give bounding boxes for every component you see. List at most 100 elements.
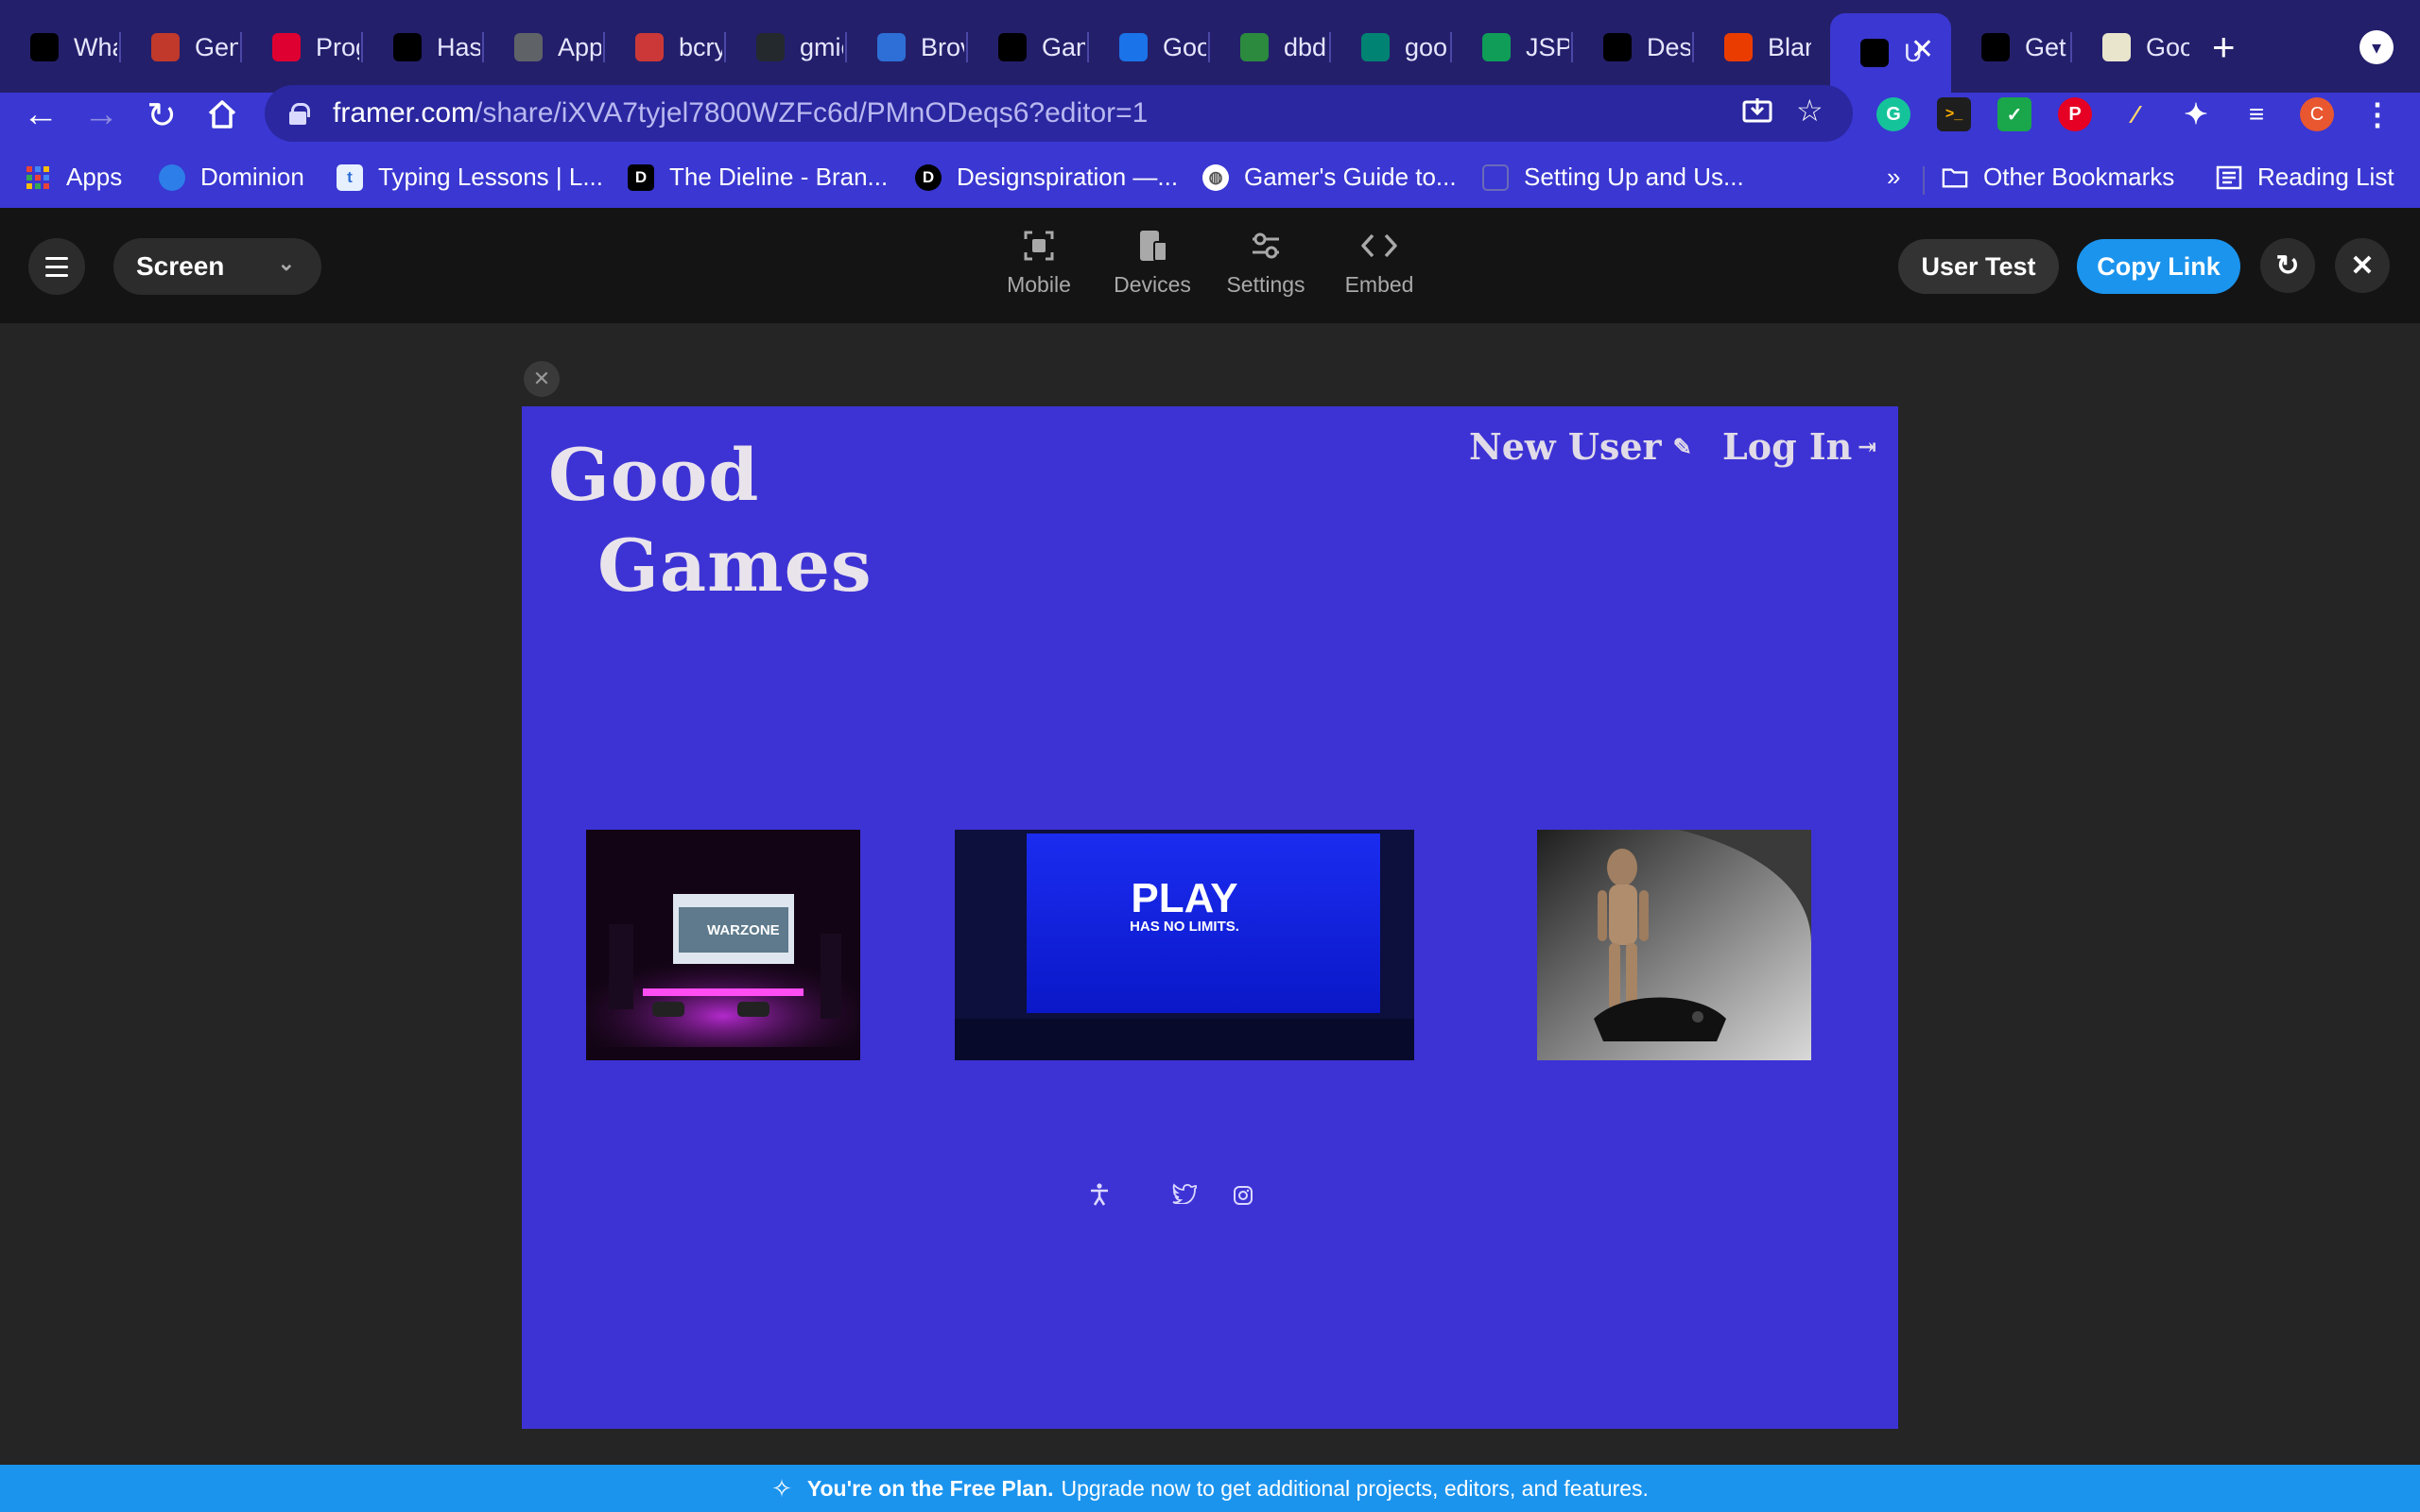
eyedropper-icon[interactable]: ⁄ [2118,97,2152,131]
grammarly-icon[interactable]: G [1876,97,1910,131]
angular-icon [272,33,301,61]
new-user-link[interactable]: New User ✎ [1469,425,1692,468]
devices-icon [1091,227,1214,265]
instagram-icon[interactable] [1233,1185,1253,1212]
hero-tagline-text: HAS NO LIMITS. [1130,919,1239,935]
hero-play-text: PLAY [1131,875,1238,921]
other-bookmarks[interactable]: Other Bookmarks [1942,163,2174,192]
log-in-link[interactable]: Log In ⇥ [1722,425,1876,468]
browser-tab[interactable]: App [484,17,601,77]
browser-tab[interactable]: Get [1951,17,2068,77]
tool-mobile[interactable]: Mobile [977,227,1100,298]
page-icon [1482,163,1509,191]
profile-avatar[interactable]: C [2300,97,2334,131]
figure-controller-image[interactable] [1537,830,1811,1060]
sliders-icon [1204,227,1327,265]
close-icon[interactable]: ✕ [2335,238,2390,293]
sparkle-icon: ✧ [771,1473,792,1503]
bookmark-dominion[interactable]: Dominion [159,163,304,192]
gaming-setup-image[interactable]: WARZONE [586,830,860,1060]
browser-tab[interactable]: Gam [968,17,1085,77]
mobile-frame-icon [977,227,1100,265]
tab-title: JSP [1526,32,1569,61]
reload-icon[interactable]: ↻ [138,94,185,137]
browser-tab[interactable]: dbdi [1210,17,1327,77]
close-preview-icon[interactable]: ✕ [524,361,560,397]
home-icon[interactable] [199,98,246,140]
warzone-label: WARZONE [707,922,780,938]
npm-icon [635,33,664,61]
pinterest-icon[interactable]: P [2058,97,2092,131]
browser-tab[interactable]: U ✕ [1830,13,1951,93]
tab-title: Blan [1768,32,1811,61]
browser-tab[interactable]: Goo [1089,17,1206,77]
bookmark-setting-up[interactable]: Setting Up and Us... [1482,163,1744,192]
forward-icon[interactable]: → [78,94,125,135]
browser-tab[interactable]: goo [1331,17,1448,77]
browser-tab[interactable]: JSP [1452,17,1569,77]
dominion-icon [159,163,185,191]
screen-select[interactable]: Screen ⌄ [113,238,321,295]
framer-icon [1860,39,1889,67]
browser-tab[interactable]: bcry [605,17,722,77]
terminal-icon[interactable]: >_ [1937,97,1971,131]
browser-tab[interactable]: gmic [726,17,843,77]
tab-title: goo [1405,32,1448,61]
bookmark-star-icon[interactable]: ☆ [1796,93,1824,129]
browser-tab[interactable]: Prog [242,17,359,77]
tool-embed[interactable]: Embed [1318,227,1441,298]
new-tab-button[interactable]: + [2212,25,2236,70]
tool-settings[interactable]: Settings [1204,227,1327,298]
play-monitor-image[interactable]: PLAY HAS NO LIMITS. [955,830,1414,1060]
install-app-icon[interactable] [1741,94,1773,134]
earth-icon [1240,33,1269,61]
media-control-icon[interactable]: ≡ [2239,97,2273,131]
browser-tab[interactable]: Brov [847,17,964,77]
browser-tab[interactable]: Desi [1573,17,1690,77]
paw-icon [393,33,422,61]
bookmark-designspiration[interactable]: D Designspiration —... [915,163,1178,192]
menu-hamburger-icon[interactable] [28,238,85,295]
lock-icon [289,103,310,125]
accessibility-icon[interactable] [1089,1183,1110,1212]
free-plan-banner[interactable]: ✧ You're on the Free Plan. Upgrade now t… [0,1465,2420,1512]
login-arrow-icon: ⇥ [1858,433,1877,460]
chevron-down-icon: ⌄ [277,251,295,275]
bookmark-gamers-guide[interactable]: ◍ Gamer's Guide to... [1202,163,1457,192]
twitter-icon[interactable] [1172,1183,1198,1211]
d-icon: D [915,163,942,191]
tab-title: bcry [679,32,722,61]
brand-line-good: Good [548,433,760,517]
tab-title: Wha [74,32,117,61]
bookmarks-overflow[interactable]: » [1887,163,1900,192]
extensions-puzzle-icon[interactable]: ✦ [2179,97,2213,131]
tab-close-icon[interactable]: ✕ [1910,36,1934,64]
reading-list[interactable]: Reading List [2216,163,2394,192]
user-test-button[interactable]: User Test [1898,239,2059,294]
tool-devices[interactable]: Devices [1091,227,1214,298]
planet-icon [998,33,1027,61]
tab-title: Gam [1042,32,1085,61]
bookmark-typing-lessons[interactable]: t Typing Lessons | L... [337,163,603,192]
browser-tab[interactable]: Goo [2072,17,2189,77]
tab-title: gmic [800,32,843,61]
browser-tab[interactable]: Gen [121,17,238,77]
back-icon[interactable]: ← [17,94,64,135]
address-bar[interactable]: framer.com/share/iXVA7tyjel7800WZFc6d/PM… [265,85,1853,142]
goodreads-icon [2102,33,2131,61]
refresh-icon[interactable]: ↻ [2260,238,2315,293]
browser-tab[interactable]: Blan [1694,17,1811,77]
tab-title: Goo [1163,32,1206,61]
bookmark-apps[interactable]: Apps [25,163,122,192]
browser-tab[interactable]: Hasl [363,17,480,77]
chrome-menu-icon[interactable]: ⋮ [2360,97,2394,131]
checkmark-icon[interactable]: ✓ [1997,97,2031,131]
code-icon [1318,227,1441,265]
bookmark-dieline[interactable]: D The Dieline - Bran... [628,163,888,192]
copy-link-button[interactable]: Copy Link [2077,239,2240,294]
browser-tab[interactable]: Wha [0,17,117,77]
tab-search-icon[interactable]: ▾ [2360,30,2394,64]
d-icon [1603,33,1632,61]
tab-title: Gen [195,32,238,61]
folder-icon [1942,164,1968,191]
